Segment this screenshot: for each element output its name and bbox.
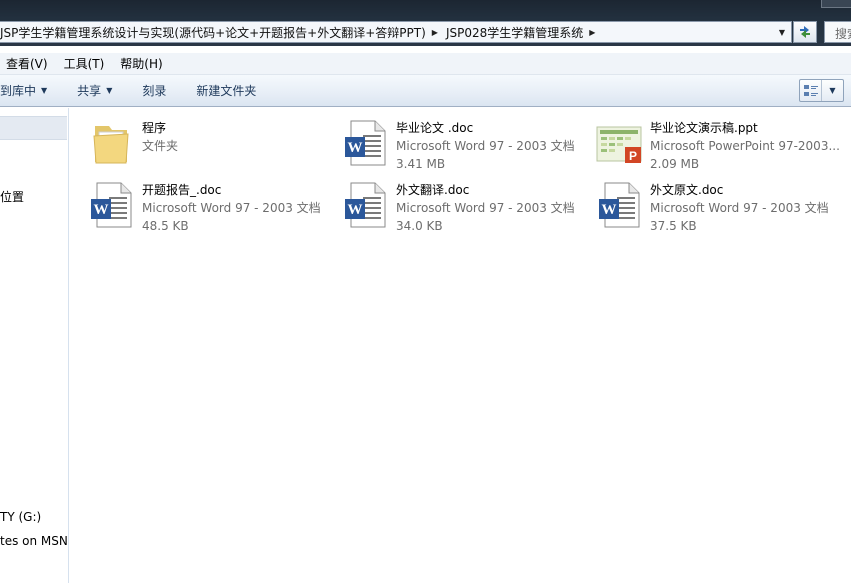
svg-text:W: W (602, 202, 617, 218)
breadcrumb-current[interactable]: JSP028学生学籍管理系统 ▶ (446, 22, 603, 42)
file-name: 外文原文.doc (650, 183, 724, 197)
file-type: Microsoft Word 97 - 2003 文档 (396, 139, 575, 153)
breadcrumb-arrow-icon[interactable]: ▶ (432, 28, 438, 37)
word-doc-icon: W (340, 180, 390, 230)
burn-label: 刻录 (142, 84, 167, 98)
file-size: 3.41 MB (396, 157, 446, 171)
file-item-original-doc[interactable]: W 外文原文.doc Microsoft Word 97 - 2003 文档 3… (594, 178, 844, 234)
file-item-thesis-doc[interactable]: W 毕业论文 .doc Microsoft Word 97 - 2003 文档 … (340, 116, 590, 172)
nav-item-favorites-msn[interactable]: tes on MSN (0, 534, 68, 548)
file-item-translation-doc[interactable]: W 外文翻译.doc Microsoft Word 97 - 2003 文档 3… (340, 178, 590, 234)
powerpoint-icon: P (594, 118, 644, 168)
menu-view[interactable]: 查看(V) (6, 55, 48, 72)
burn-button[interactable]: 刻录 (142, 82, 166, 99)
file-size: 2.09 MB (650, 157, 700, 171)
chevron-down-icon: ▼ (41, 86, 48, 95)
menu-tools[interactable]: 工具(T) (64, 55, 105, 72)
word-doc-icon: W (594, 180, 644, 230)
svg-text:W: W (348, 202, 363, 218)
breadcrumb-arrow-icon[interactable]: ▶ (589, 28, 595, 37)
folder-icon (86, 118, 136, 168)
nav-item-recent-places[interactable]: 位置 (0, 188, 24, 205)
command-bar: 到库中 ▼ 共享 ▼ 刻录 新建文件夹 ▼ (0, 75, 851, 107)
search-placeholder: 搜索 (835, 27, 851, 41)
word-doc-icon: W (86, 180, 136, 230)
new-folder-button[interactable]: 新建文件夹 (196, 82, 256, 99)
chevron-down-icon[interactable]: ▼ (822, 86, 843, 95)
search-input[interactable]: 搜索 (824, 21, 851, 43)
menu-bar: 查看(V) 工具(T) 帮助(H) (0, 53, 851, 75)
file-type: Microsoft Word 97 - 2003 文档 (650, 201, 829, 215)
file-name: 毕业论文演示稿.ppt (650, 121, 758, 135)
file-name: 开题报告_.doc (142, 183, 222, 197)
file-size: 37.5 KB (650, 219, 697, 233)
svg-text:P: P (629, 149, 637, 163)
refresh-button[interactable] (793, 21, 817, 43)
address-history-dropdown-icon[interactable]: ▼ (773, 22, 791, 42)
file-size: 48.5 KB (142, 219, 189, 233)
file-item-folder[interactable]: 程序 文件夹 (86, 116, 336, 172)
share-button[interactable]: 共享 ▼ (77, 82, 112, 99)
nav-selected-item[interactable] (0, 116, 67, 140)
word-doc-icon: W (340, 118, 390, 168)
share-label: 共享 (77, 84, 102, 98)
breadcrumb-current-label: JSP028学生学籍管理系统 (445, 25, 584, 40)
view-tiles-icon[interactable] (800, 80, 822, 101)
file-list: 程序 文件夹 W 毕业论文 .doc Microsoft Word 97 - 2… (70, 108, 851, 583)
navigation-pane: 位置 TY (G:) tes on MSN (0, 108, 69, 583)
file-name: 毕业论文 .doc (396, 121, 474, 135)
breadcrumb-parent-label: JSP学生学籍管理系统设计与实现(源代码+论文+开题报告+外文翻译+答辩PPT) (0, 25, 426, 40)
refresh-icon (800, 26, 810, 38)
svg-text:W: W (348, 140, 363, 156)
change-view-button[interactable]: ▼ (799, 79, 844, 102)
file-item-proposal-doc[interactable]: W 开题报告_.doc Microsoft Word 97 - 2003 文档 … (86, 178, 336, 234)
menu-help[interactable]: 帮助(H) (120, 55, 162, 72)
include-in-library-label: 到库中 (0, 84, 37, 98)
address-bar[interactable]: JSP学生学籍管理系统设计与实现(源代码+论文+开题报告+外文翻译+答辩PPT)… (0, 21, 792, 43)
file-type: 文件夹 (142, 139, 179, 153)
file-item-presentation-ppt[interactable]: P 毕业论文演示稿.ppt Microsoft PowerPoint 97-20… (594, 116, 844, 172)
file-type: Microsoft Word 97 - 2003 文档 (396, 201, 575, 215)
file-type: Microsoft Word 97 - 2003 文档 (142, 201, 321, 215)
file-name: 程序 (142, 121, 167, 135)
window-control-button[interactable] (821, 0, 851, 8)
svg-text:W: W (94, 202, 109, 218)
nav-item-drive-g[interactable]: TY (G:) (0, 510, 41, 524)
file-size: 34.0 KB (396, 219, 443, 233)
chevron-down-icon: ▼ (106, 86, 113, 95)
breadcrumb-parent[interactable]: JSP学生学籍管理系统设计与实现(源代码+论文+开题报告+外文翻译+答辩PPT)… (0, 22, 446, 42)
new-folder-label: 新建文件夹 (196, 84, 257, 98)
file-type: Microsoft PowerPoint 97-2003... (650, 139, 840, 153)
include-in-library-button[interactable]: 到库中 ▼ (0, 82, 47, 99)
file-name: 外文翻译.doc (396, 183, 470, 197)
